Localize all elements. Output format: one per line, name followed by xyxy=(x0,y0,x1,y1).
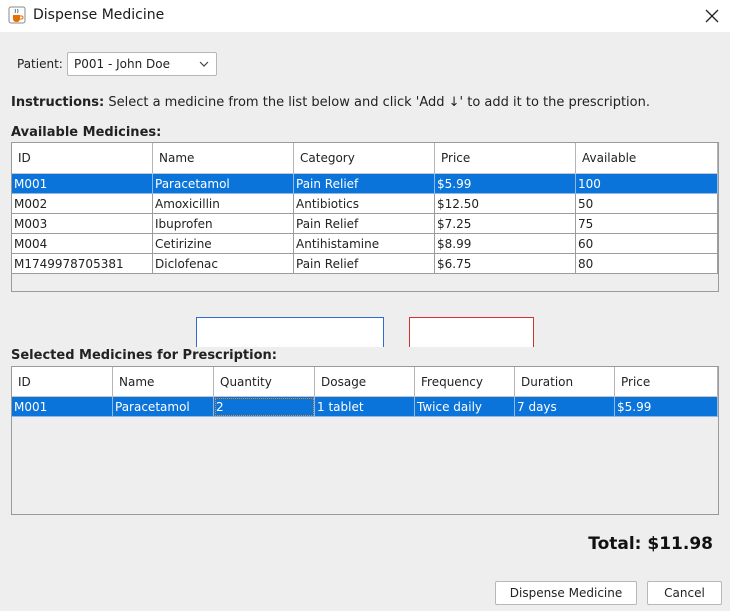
table-cell[interactable]: Twice daily xyxy=(415,397,515,417)
table-cell[interactable]: M004 xyxy=(12,234,153,254)
column-header[interactable]: ID xyxy=(12,143,153,173)
table-cell[interactable]: Diclofenac xyxy=(153,254,294,274)
table-cell[interactable]: 75 xyxy=(576,214,718,234)
window-title: Dispense Medicine xyxy=(33,7,165,23)
selected-medicines-table[interactable]: ID Name Quantity Dosage Frequency Duration Pri… xyxy=(11,366,719,515)
table-cell[interactable]: Pain Relief xyxy=(294,174,435,194)
table-cell[interactable]: Paracetamol xyxy=(153,174,294,194)
table-cell[interactable]: $5.99 xyxy=(615,397,718,417)
selected-medicines-title: Selected Medicines for Prescription: xyxy=(11,348,277,363)
add-button[interactable] xyxy=(196,317,384,347)
table-cell[interactable]: 50 xyxy=(576,194,718,214)
table-cell[interactable]: 2 xyxy=(214,397,315,417)
column-header[interactable]: Price xyxy=(435,143,576,173)
table-cell[interactable]: Antihistamine xyxy=(294,234,435,254)
column-header[interactable]: Name xyxy=(153,143,294,173)
table-cell[interactable]: $8.99 xyxy=(435,234,576,254)
table-cell[interactable]: 100 xyxy=(576,174,718,194)
table-row[interactable]: M001 Paracetamol 2 1 tablet Twice daily 7 day… xyxy=(12,397,718,417)
table-cell[interactable]: M1749978705381 xyxy=(12,254,153,274)
java-cup-icon xyxy=(8,6,26,24)
column-header[interactable]: Dosage xyxy=(315,367,415,396)
column-header[interactable]: Frequency xyxy=(415,367,515,396)
table-cell[interactable]: Ibuprofen xyxy=(153,214,294,234)
column-header[interactable]: Available xyxy=(576,143,718,173)
available-medicines-title: Available Medicines: xyxy=(11,125,162,140)
table-row[interactable]: M1749978705381 Diclofenac Pain Relief $6.75… xyxy=(12,254,718,274)
table-header: ID Name Category Price Available xyxy=(12,143,718,174)
table-row[interactable]: M002 Amoxicillin Antibiotics $12.50 50 xyxy=(12,194,718,214)
chevron-down-icon xyxy=(199,61,209,67)
table-cell[interactable]: 80 xyxy=(576,254,718,274)
table-cell[interactable]: Amoxicillin xyxy=(153,194,294,214)
table-cell[interactable]: Cetirizine xyxy=(153,234,294,254)
table-cell[interactable]: $12.50 xyxy=(435,194,576,214)
column-header[interactable]: ID xyxy=(12,367,113,396)
table-cell[interactable]: 60 xyxy=(576,234,718,254)
instructions-label: Instructions: xyxy=(11,95,105,110)
cancel-button[interactable]: Cancel xyxy=(647,581,722,605)
table-row[interactable]: M001 Paracetamol Pain Relief $5.99 100 xyxy=(12,174,718,194)
patient-dropdown[interactable]: P001 - John Doe xyxy=(67,52,217,76)
table-cell[interactable]: $6.75 xyxy=(435,254,576,274)
table-cell[interactable]: $7.25 xyxy=(435,214,576,234)
total-amount: Total: $11.98 xyxy=(588,534,713,554)
patient-selected-value: P001 - John Doe xyxy=(74,57,170,71)
column-header[interactable]: Price xyxy=(615,367,718,396)
table-row[interactable]: M004 Cetirizine Antihistamine $8.99 60 xyxy=(12,234,718,254)
available-medicines-table[interactable]: ID Name Category Price Available M001 Paracet… xyxy=(11,142,719,292)
column-header[interactable]: Duration xyxy=(515,367,615,396)
table-cell[interactable]: Antibiotics xyxy=(294,194,435,214)
patient-label: Patient: xyxy=(17,57,63,71)
table-cell[interactable]: Pain Relief xyxy=(294,254,435,274)
instructions-text: Select a medicine from the list below an… xyxy=(104,95,650,110)
close-icon xyxy=(705,9,719,23)
instructions: Instructions: Select a medicine from the… xyxy=(11,95,650,110)
close-button[interactable] xyxy=(694,0,730,32)
title-bar: Dispense Medicine xyxy=(0,0,730,32)
table-cell[interactable]: 1 tablet xyxy=(315,397,415,417)
table-row[interactable]: M003 Ibuprofen Pain Relief $7.25 75 xyxy=(12,214,718,234)
table-cell[interactable]: Paracetamol xyxy=(113,397,214,417)
table-header: ID Name Quantity Dosage Frequency Duration Pri… xyxy=(12,367,718,397)
table-cell[interactable]: Pain Relief xyxy=(294,214,435,234)
column-header[interactable]: Name xyxy=(113,367,214,396)
column-header[interactable]: Category xyxy=(294,143,435,173)
table-cell[interactable]: M002 xyxy=(12,194,153,214)
table-cell[interactable]: M003 xyxy=(12,214,153,234)
table-cell[interactable]: M001 xyxy=(12,174,153,194)
table-cell[interactable]: 7 days xyxy=(515,397,615,417)
column-header[interactable]: Quantity xyxy=(214,367,315,396)
table-cell[interactable]: $5.99 xyxy=(435,174,576,194)
remove-button[interactable] xyxy=(409,317,534,347)
dispense-medicine-button[interactable]: Dispense Medicine xyxy=(495,581,637,605)
table-cell[interactable]: M001 xyxy=(12,397,113,417)
